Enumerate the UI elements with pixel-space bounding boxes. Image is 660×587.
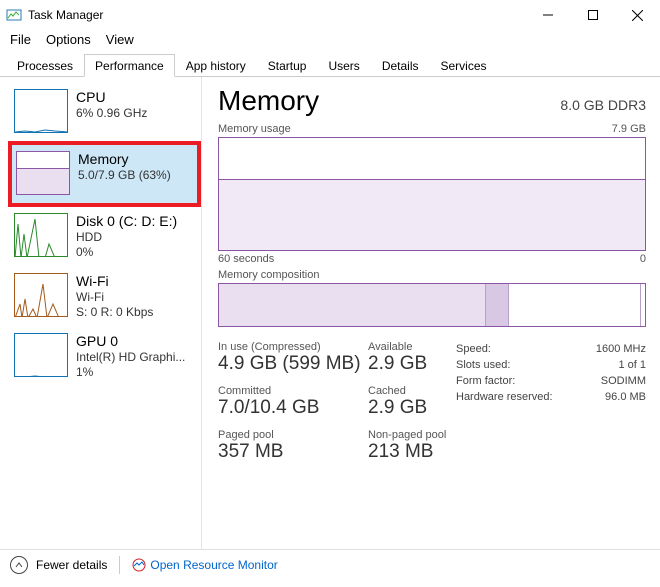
sidebar-item-sub2: S: 0 R: 0 Kbps: [76, 305, 153, 319]
sidebar-item-sub2: 0%: [76, 245, 177, 259]
app-icon: [6, 7, 22, 23]
window-title: Task Manager: [28, 8, 525, 22]
sidebar-item-sub: Intel(R) HD Graphi...: [76, 350, 185, 364]
spec-form-l: Form factor:: [456, 373, 515, 389]
chart-fill: [219, 179, 645, 250]
spec-speed-l: Speed:: [456, 341, 491, 357]
stats-left: In use (Compressed) 4.9 GB (599 MB) Avai…: [218, 341, 448, 471]
sidebar-item-gpu[interactable]: GPU 0 Intel(R) HD Graphi... 1%: [8, 327, 201, 387]
tab-details[interactable]: Details: [371, 54, 430, 77]
title-bar: Task Manager: [0, 0, 660, 30]
minimize-button[interactable]: [525, 0, 570, 30]
tab-users[interactable]: Users: [317, 54, 370, 77]
disk-thumb-chart: [14, 213, 68, 257]
stat-paged-label: Paged pool: [218, 429, 368, 441]
spec-hw-l: Hardware reserved:: [456, 389, 553, 405]
memory-thumb-chart: [16, 151, 70, 195]
stat-paged-val: 357 MB: [218, 441, 368, 463]
detail-header: Memory 8.0 GB DDR3: [218, 85, 646, 117]
stats-grid: In use (Compressed) 4.9 GB (599 MB) Avai…: [218, 341, 646, 471]
close-button[interactable]: [615, 0, 660, 30]
sidebar-item-label: Disk 0 (C: D: E:): [76, 213, 177, 229]
sidebar: CPU 6% 0.96 GHz Memory 5.0/7.9 GB (63%) …: [0, 77, 202, 549]
sidebar-item-disk[interactable]: Disk 0 (C: D: E:) HDD 0%: [8, 207, 201, 267]
tab-processes[interactable]: Processes: [6, 54, 84, 77]
usage-max: 7.9 GB: [612, 123, 646, 135]
gpu-thumb-chart: [14, 333, 68, 377]
menu-options[interactable]: Options: [46, 32, 91, 47]
axis-left: 60 seconds: [218, 253, 274, 265]
composition-label: Memory composition: [218, 269, 319, 281]
comp-seg-free: [641, 284, 645, 326]
stat-nonpaged-val: 213 MB: [368, 441, 448, 463]
comp-seg-inuse: [219, 284, 486, 326]
usage-label: Memory usage: [218, 123, 291, 135]
memory-usage-chart[interactable]: [218, 137, 646, 251]
menu-file[interactable]: File: [10, 32, 31, 47]
sidebar-text: CPU 6% 0.96 GHz: [76, 89, 147, 133]
sidebar-item-label: Wi-Fi: [76, 273, 153, 289]
composition-label-row: Memory composition: [218, 269, 646, 281]
stat-nonpaged-label: Non-paged pool: [368, 429, 448, 441]
axis-right: 0: [640, 253, 646, 265]
open-resource-monitor-link[interactable]: Open Resource Monitor: [132, 558, 277, 572]
detail-pane: Memory 8.0 GB DDR3 Memory usage 7.9 GB 6…: [202, 77, 660, 549]
usage-chart-label: Memory usage 7.9 GB: [218, 123, 646, 135]
sidebar-text: GPU 0 Intel(R) HD Graphi... 1%: [76, 333, 185, 379]
sidebar-item-sub: 5.0/7.9 GB (63%): [78, 168, 171, 182]
detail-title: Memory: [218, 85, 319, 117]
monitor-icon: [132, 558, 146, 572]
sidebar-item-sub2: 1%: [76, 365, 185, 379]
sidebar-item-sub: HDD: [76, 230, 177, 244]
sidebar-text: Memory 5.0/7.9 GB (63%): [78, 151, 171, 195]
tab-performance[interactable]: Performance: [84, 54, 175, 77]
monitor-link-label: Open Resource Monitor: [150, 558, 277, 572]
stat-committed-label: Committed: [218, 385, 368, 397]
wifi-thumb-chart: [14, 273, 68, 317]
chevron-up-icon[interactable]: [10, 556, 28, 574]
stat-available-val: 2.9 GB: [368, 353, 448, 375]
sidebar-item-wifi[interactable]: Wi-Fi Wi-Fi S: 0 R: 0 Kbps: [8, 267, 201, 327]
comp-seg-modified: [486, 284, 508, 326]
menu-bar: File Options View: [0, 30, 660, 53]
tab-startup[interactable]: Startup: [257, 54, 318, 77]
chart-axis: 60 seconds 0: [218, 253, 646, 265]
footer: Fewer details Open Resource Monitor: [0, 549, 660, 580]
sidebar-text: Disk 0 (C: D: E:) HDD 0%: [76, 213, 177, 259]
tab-services[interactable]: Services: [430, 54, 498, 77]
sidebar-item-memory[interactable]: Memory 5.0/7.9 GB (63%): [8, 141, 201, 207]
sidebar-item-sub: 6% 0.96 GHz: [76, 106, 147, 120]
menu-view[interactable]: View: [106, 32, 134, 47]
spec-slots-l: Slots used:: [456, 357, 510, 373]
detail-capacity: 8.0 GB DDR3: [560, 97, 646, 113]
spec-hw-v: 96.0 MB: [605, 389, 646, 405]
tab-strip: Processes Performance App history Startu…: [0, 53, 660, 77]
cpu-thumb-chart: [14, 89, 68, 133]
spec-slots-v: 1 of 1: [618, 357, 646, 373]
stat-cached-val: 2.9 GB: [368, 397, 448, 419]
maximize-button[interactable]: [570, 0, 615, 30]
spec-speed-v: 1600 MHz: [596, 341, 646, 357]
sidebar-item-cpu[interactable]: CPU 6% 0.96 GHz: [8, 83, 201, 141]
sidebar-item-label: CPU: [76, 89, 147, 105]
stat-available-label: Available: [368, 341, 448, 353]
memory-composition-chart[interactable]: [218, 283, 646, 327]
comp-seg-standby: [509, 284, 641, 326]
spec-form-v: SODIMM: [601, 373, 646, 389]
stat-inuse-val: 4.9 GB (599 MB): [218, 353, 368, 375]
fewer-details-button[interactable]: Fewer details: [36, 558, 107, 572]
stat-committed-val: 7.0/10.4 GB: [218, 397, 368, 419]
stats-right: Speed: 1600 MHz Slots used: 1 of 1 Form fa…: [456, 341, 646, 471]
content-body: CPU 6% 0.96 GHz Memory 5.0/7.9 GB (63%) …: [0, 77, 660, 549]
divider: [119, 556, 120, 574]
stat-cached-label: Cached: [368, 385, 448, 397]
stat-inuse-label: In use (Compressed): [218, 341, 368, 353]
sidebar-text: Wi-Fi Wi-Fi S: 0 R: 0 Kbps: [76, 273, 153, 319]
window-controls: [525, 0, 660, 30]
tab-apphistory[interactable]: App history: [175, 54, 257, 77]
sidebar-item-sub: Wi-Fi: [76, 290, 153, 304]
sidebar-item-label: Memory: [78, 151, 171, 167]
sidebar-item-label: GPU 0: [76, 333, 185, 349]
